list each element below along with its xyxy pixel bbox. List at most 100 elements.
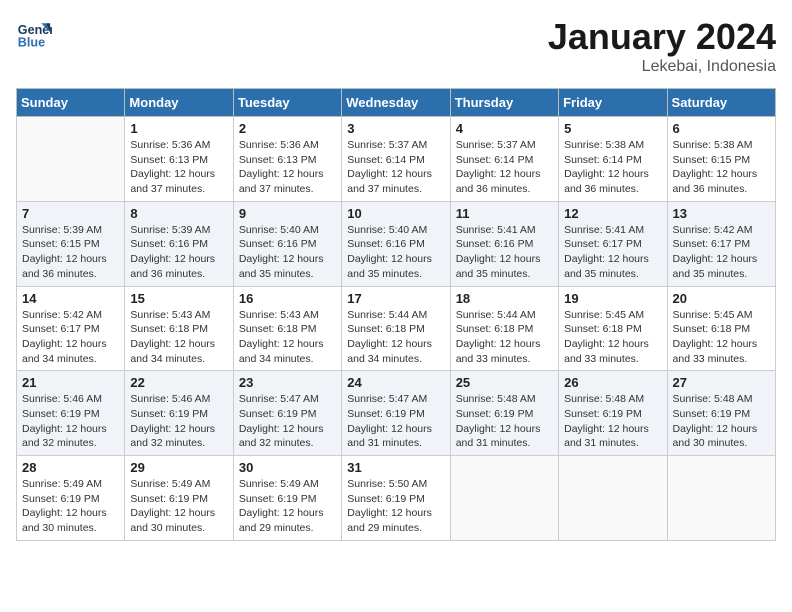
calendar-week-row: 1 Sunrise: 5:36 AM Sunset: 6:13 PM Daylig… — [17, 117, 776, 202]
day-info: Sunrise: 5:48 AM Sunset: 6:19 PM Dayligh… — [673, 392, 770, 451]
day-number: 26 — [564, 375, 661, 390]
calendar-cell: 16 Sunrise: 5:43 AM Sunset: 6:18 PM Dayli… — [233, 286, 341, 371]
day-number: 20 — [673, 291, 770, 306]
calendar-cell: 22 Sunrise: 5:46 AM Sunset: 6:19 PM Dayli… — [125, 371, 233, 456]
calendar-cell: 19 Sunrise: 5:45 AM Sunset: 6:18 PM Dayli… — [559, 286, 667, 371]
day-number: 19 — [564, 291, 661, 306]
day-info: Sunrise: 5:47 AM Sunset: 6:19 PM Dayligh… — [239, 392, 336, 451]
logo-icon: General Blue — [16, 16, 52, 52]
day-number: 14 — [22, 291, 119, 306]
day-number: 8 — [130, 206, 227, 221]
weekday-header: Friday — [559, 89, 667, 117]
day-info: Sunrise: 5:37 AM Sunset: 6:14 PM Dayligh… — [347, 138, 444, 197]
calendar-cell — [17, 117, 125, 202]
calendar-week-row: 14 Sunrise: 5:42 AM Sunset: 6:17 PM Dayli… — [17, 286, 776, 371]
calendar-cell: 8Sunrise: 5:39 AM Sunset: 6:16 PM Daylig… — [125, 201, 233, 286]
day-info: Sunrise: 5:36 AM Sunset: 6:13 PM Dayligh… — [239, 138, 336, 197]
day-info: Sunrise: 5:46 AM Sunset: 6:19 PM Dayligh… — [22, 392, 119, 451]
day-number: 16 — [239, 291, 336, 306]
day-number: 31 — [347, 460, 444, 475]
day-info: Sunrise: 5:49 AM Sunset: 6:19 PM Dayligh… — [239, 477, 336, 536]
day-info: Sunrise: 5:42 AM Sunset: 6:17 PM Dayligh… — [673, 223, 770, 282]
day-number: 6 — [673, 121, 770, 136]
day-number: 18 — [456, 291, 553, 306]
day-info: Sunrise: 5:49 AM Sunset: 6:19 PM Dayligh… — [130, 477, 227, 536]
weekday-header: Sunday — [17, 89, 125, 117]
day-info: Sunrise: 5:48 AM Sunset: 6:19 PM Dayligh… — [456, 392, 553, 451]
day-info: Sunrise: 5:44 AM Sunset: 6:18 PM Dayligh… — [347, 308, 444, 367]
weekday-header: Saturday — [667, 89, 775, 117]
day-info: Sunrise: 5:37 AM Sunset: 6:14 PM Dayligh… — [456, 138, 553, 197]
day-number: 9 — [239, 206, 336, 221]
day-info: Sunrise: 5:41 AM Sunset: 6:16 PM Dayligh… — [456, 223, 553, 282]
day-number: 17 — [347, 291, 444, 306]
calendar-cell: 11 Sunrise: 5:41 AM Sunset: 6:16 PM Dayli… — [450, 201, 558, 286]
location-title: Lekebai, Indonesia — [548, 58, 776, 76]
calendar-cell: 12 Sunrise: 5:41 AM Sunset: 6:17 PM Dayli… — [559, 201, 667, 286]
title-area: January 2024 Lekebai, Indonesia — [548, 16, 776, 76]
calendar-cell: 4 Sunrise: 5:37 AM Sunset: 6:14 PM Daylig… — [450, 117, 558, 202]
day-number: 12 — [564, 206, 661, 221]
day-info: Sunrise: 5:38 AM Sunset: 6:15 PM Dayligh… — [673, 138, 770, 197]
calendar-week-row: 7 Sunrise: 5:39 AM Sunset: 6:15 PM Daylig… — [17, 201, 776, 286]
calendar-cell: 6 Sunrise: 5:38 AM Sunset: 6:15 PM Daylig… — [667, 117, 775, 202]
day-info: Sunrise: 5:36 AM Sunset: 6:13 PM Dayligh… — [130, 138, 227, 197]
day-number: 4 — [456, 121, 553, 136]
day-number: 24 — [347, 375, 444, 390]
calendar-cell: 23 Sunrise: 5:47 AM Sunset: 6:19 PM Dayli… — [233, 371, 341, 456]
day-info: Sunrise: 5:42 AM Sunset: 6:17 PM Dayligh… — [22, 308, 119, 367]
day-number: 29 — [130, 460, 227, 475]
day-number: 10 — [347, 206, 444, 221]
calendar-cell: 15Sunrise: 5:43 AM Sunset: 6:18 PM Dayli… — [125, 286, 233, 371]
calendar-cell: 7 Sunrise: 5:39 AM Sunset: 6:15 PM Daylig… — [17, 201, 125, 286]
day-number: 27 — [673, 375, 770, 390]
calendar-cell: 18Sunrise: 5:44 AM Sunset: 6:18 PM Dayli… — [450, 286, 558, 371]
day-number: 5 — [564, 121, 661, 136]
calendar-cell — [450, 456, 558, 541]
weekday-header-row: SundayMondayTuesdayWednesdayThursdayFrid… — [17, 89, 776, 117]
calendar-cell: 30 Sunrise: 5:49 AM Sunset: 6:19 PM Dayli… — [233, 456, 341, 541]
calendar-cell: 20 Sunrise: 5:45 AM Sunset: 6:18 PM Dayli… — [667, 286, 775, 371]
day-number: 11 — [456, 206, 553, 221]
calendar-cell: 25 Sunrise: 5:48 AM Sunset: 6:19 PM Dayli… — [450, 371, 558, 456]
day-info: Sunrise: 5:46 AM Sunset: 6:19 PM Dayligh… — [130, 392, 227, 451]
calendar-cell: 3 Sunrise: 5:37 AM Sunset: 6:14 PM Daylig… — [342, 117, 450, 202]
day-number: 3 — [347, 121, 444, 136]
day-info: Sunrise: 5:49 AM Sunset: 6:19 PM Dayligh… — [22, 477, 119, 536]
calendar-cell: 21Sunrise: 5:46 AM Sunset: 6:19 PM Dayli… — [17, 371, 125, 456]
calendar-cell: 13 Sunrise: 5:42 AM Sunset: 6:17 PM Dayli… — [667, 201, 775, 286]
weekday-header: Monday — [125, 89, 233, 117]
calendar-cell — [667, 456, 775, 541]
calendar-cell: 17 Sunrise: 5:44 AM Sunset: 6:18 PM Dayli… — [342, 286, 450, 371]
day-info: Sunrise: 5:39 AM Sunset: 6:15 PM Dayligh… — [22, 223, 119, 282]
calendar-cell: 10 Sunrise: 5:40 AM Sunset: 6:16 PM Dayli… — [342, 201, 450, 286]
calendar-cell: 27 Sunrise: 5:48 AM Sunset: 6:19 PM Dayli… — [667, 371, 775, 456]
day-number: 30 — [239, 460, 336, 475]
day-info: Sunrise: 5:38 AM Sunset: 6:14 PM Dayligh… — [564, 138, 661, 197]
day-info: Sunrise: 5:43 AM Sunset: 6:18 PM Dayligh… — [130, 308, 227, 367]
day-info: Sunrise: 5:45 AM Sunset: 6:18 PM Dayligh… — [673, 308, 770, 367]
day-number: 13 — [673, 206, 770, 221]
calendar-cell: 29 Sunrise: 5:49 AM Sunset: 6:19 PM Dayli… — [125, 456, 233, 541]
calendar-cell: 14 Sunrise: 5:42 AM Sunset: 6:17 PM Dayli… — [17, 286, 125, 371]
weekday-header: Wednesday — [342, 89, 450, 117]
calendar-week-row: 28 Sunrise: 5:49 AM Sunset: 6:19 PM Dayli… — [17, 456, 776, 541]
day-number: 7 — [22, 206, 119, 221]
day-number: 25 — [456, 375, 553, 390]
day-number: 2 — [239, 121, 336, 136]
day-number: 1 — [130, 121, 227, 136]
day-info: Sunrise: 5:50 AM Sunset: 6:19 PM Dayligh… — [347, 477, 444, 536]
logo: General Blue — [16, 16, 52, 52]
calendar-cell: 26 Sunrise: 5:48 AM Sunset: 6:19 PM Dayli… — [559, 371, 667, 456]
calendar-cell: 31 Sunrise: 5:50 AM Sunset: 6:19 PM Dayli… — [342, 456, 450, 541]
day-number: 22 — [130, 375, 227, 390]
calendar-week-row: 21Sunrise: 5:46 AM Sunset: 6:19 PM Dayli… — [17, 371, 776, 456]
calendar-cell: 5 Sunrise: 5:38 AM Sunset: 6:14 PM Daylig… — [559, 117, 667, 202]
day-info: Sunrise: 5:40 AM Sunset: 6:16 PM Dayligh… — [347, 223, 444, 282]
day-info: Sunrise: 5:43 AM Sunset: 6:18 PM Dayligh… — [239, 308, 336, 367]
day-info: Sunrise: 5:41 AM Sunset: 6:17 PM Dayligh… — [564, 223, 661, 282]
day-number: 23 — [239, 375, 336, 390]
day-info: Sunrise: 5:48 AM Sunset: 6:19 PM Dayligh… — [564, 392, 661, 451]
day-info: Sunrise: 5:45 AM Sunset: 6:18 PM Dayligh… — [564, 308, 661, 367]
day-number: 28 — [22, 460, 119, 475]
